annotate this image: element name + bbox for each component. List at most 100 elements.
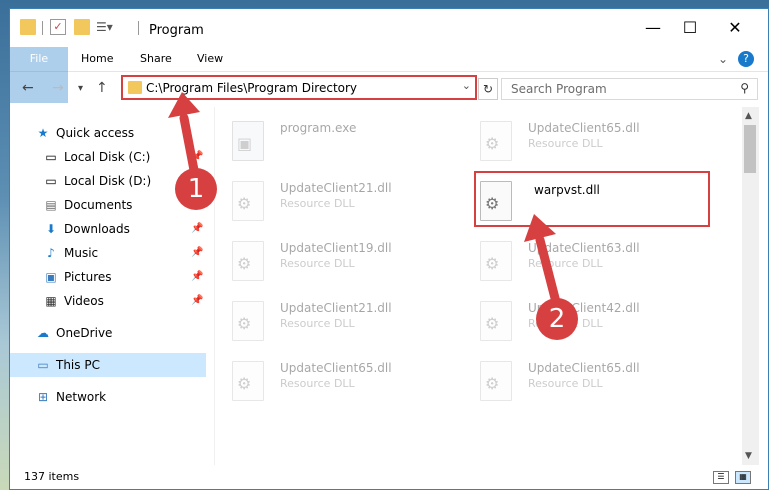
list-item[interactable]: ⚙ UpdateClient63.dll Resource DLL — [472, 233, 704, 289]
list-item[interactable]: ⚙ UpdateClient42.dll Resource DLL — [472, 293, 704, 349]
nav-item-local-disk-c[interactable]: ▭ Local Disk (C:) 📌 — [10, 145, 206, 169]
file-name: UpdateClient21.dll — [280, 301, 392, 315]
file-name: UpdateClient63.dll — [528, 241, 640, 255]
window-title: Program — [149, 23, 204, 38]
back-arrow-icon[interactable]: ← — [22, 80, 34, 96]
nav-item-downloads[interactable]: ⬇ Downloads 📌 — [10, 217, 206, 241]
address-dropdown-icon[interactable]: ⌄ — [462, 79, 471, 92]
close-button[interactable]: ✕ — [715, 15, 755, 41]
address-row: ← → ▾ ↑ C:\Program Files\Program Directo… — [10, 71, 768, 107]
file-name: UpdateClient65.dll — [528, 121, 640, 135]
nav-label: Pictures — [64, 270, 112, 284]
properties-icon[interactable]: ✓ — [50, 19, 66, 35]
item-count: 137 items — [24, 470, 80, 483]
computer-icon: ▭ — [37, 358, 49, 372]
file-type: Resource DLL — [280, 257, 355, 270]
nav-label: Downloads — [64, 222, 130, 236]
nav-item-videos[interactable]: ▦ Videos 📌 — [10, 289, 206, 313]
expand-ribbon-icon[interactable]: ⌄ — [718, 47, 728, 71]
folder-icon — [20, 19, 36, 35]
cloud-icon: ☁ — [37, 326, 49, 340]
file-type: Resource DLL — [528, 377, 603, 390]
list-item[interactable]: ⚙ UpdateClient21.dll Resource DLL — [224, 173, 456, 229]
refresh-button[interactable]: ↻ — [478, 78, 498, 100]
list-item[interactable]: ⚙ UpdateClient65.dll Resource DLL — [224, 353, 456, 409]
file-name: program.exe — [280, 121, 357, 135]
tab-view[interactable]: View — [197, 47, 223, 71]
nav-label: This PC — [56, 358, 100, 372]
dll-file-icon: ⚙ — [232, 181, 264, 221]
downloads-icon: ⬇ — [45, 222, 57, 236]
drive-icon: ▭ — [45, 174, 57, 188]
search-icon[interactable]: ⚲ — [740, 81, 749, 95]
nav-label: Documents — [64, 198, 133, 212]
navigation-pane: ★ Quick access ▭ Local Disk (C:) 📌 ▭ Loc… — [10, 107, 206, 465]
address-bar[interactable]: C:\Program Files\Program Directory ⌄ — [121, 75, 477, 100]
new-folder-icon[interactable] — [74, 19, 90, 35]
file-type: Resource DLL — [528, 257, 603, 270]
pin-icon[interactable]: 📌 — [191, 265, 203, 289]
file-highlight-box — [474, 171, 710, 227]
nav-onedrive[interactable]: ☁ OneDrive — [10, 321, 206, 345]
separator — [42, 21, 43, 35]
dll-file-icon: ⚙ — [232, 241, 264, 281]
nav-quick-access[interactable]: ★ Quick access — [10, 121, 206, 145]
explorer-window: ✓ ☰▾ Program — ☐ ✕ File Home Share View … — [9, 8, 769, 490]
nav-label: OneDrive — [56, 326, 113, 340]
search-placeholder: Search Program — [511, 82, 607, 96]
file-type: Resource DLL — [280, 197, 355, 210]
file-name: UpdateClient19.dll — [280, 241, 392, 255]
dll-file-icon: ⚙ — [480, 241, 512, 281]
file-name: UpdateClient65.dll — [280, 361, 392, 375]
nav-label: Music — [64, 246, 99, 260]
nav-item-music[interactable]: ♪ Music 📌 — [10, 241, 206, 265]
pane-divider[interactable] — [214, 107, 215, 465]
recent-locations-icon[interactable]: ▾ — [78, 83, 83, 94]
pin-icon[interactable]: 📌 — [191, 289, 203, 313]
nav-label: Local Disk (D:) — [64, 174, 152, 188]
pictures-icon: ▣ — [45, 270, 57, 284]
file-type: Resource DLL — [280, 317, 355, 330]
maximize-button[interactable]: ☐ — [670, 15, 710, 41]
network-icon: ⊞ — [37, 390, 49, 404]
large-icons-view-icon[interactable]: ▦ — [735, 471, 751, 484]
ribbon: File Home Share View ⌄ ? — [10, 47, 768, 103]
videos-icon: ▦ — [45, 294, 57, 308]
search-input[interactable]: Search Program ⚲ — [501, 78, 758, 100]
details-view-icon[interactable]: ☰ — [713, 471, 729, 484]
title-bar: ✓ ☰▾ Program — ☐ ✕ — [10, 9, 768, 47]
address-path: C:\Program Files\Program Directory — [146, 81, 358, 95]
nav-network[interactable]: ⊞ Network — [10, 385, 206, 409]
tab-share[interactable]: Share — [140, 47, 172, 71]
scroll-up-icon[interactable]: ▲ — [745, 111, 752, 121]
nav-label: Videos — [64, 294, 104, 308]
file-name: UpdateClient21.dll — [280, 181, 392, 195]
nav-this-pc[interactable]: ▭ This PC — [10, 353, 206, 377]
vertical-scrollbar[interactable]: ▲ ▼ — [742, 107, 759, 465]
up-arrow-icon[interactable]: ↑ — [96, 80, 108, 96]
minimize-button[interactable]: — — [633, 15, 673, 41]
list-item[interactable]: ⚙ UpdateClient65.dll Resource DLL — [472, 113, 704, 169]
list-item[interactable]: ⚙ UpdateClient21.dll Resource DLL — [224, 293, 456, 349]
pin-icon[interactable]: 📌 — [191, 217, 203, 241]
dll-file-icon: ⚙ — [232, 361, 264, 401]
list-item[interactable]: ▣ program.exe — [224, 113, 456, 169]
nav-label: Quick access — [56, 126, 135, 140]
separator — [138, 21, 139, 35]
pin-icon[interactable]: 📌 — [191, 145, 203, 169]
help-icon[interactable]: ? — [738, 51, 754, 67]
drive-icon: ▭ — [45, 150, 57, 164]
scroll-down-icon[interactable]: ▼ — [745, 451, 752, 461]
nav-item-pictures[interactable]: ▣ Pictures 📌 — [10, 265, 206, 289]
file-list: ▣ program.exe ⚙ UpdateClient65.dll Resou… — [216, 107, 736, 465]
scroll-thumb[interactable] — [744, 125, 756, 173]
star-icon: ★ — [37, 126, 49, 140]
tab-home[interactable]: Home — [81, 47, 113, 71]
list-item[interactable]: ⚙ UpdateClient19.dll Resource DLL — [224, 233, 456, 289]
customize-toolbar-icon[interactable]: ☰▾ — [96, 19, 113, 35]
list-item[interactable]: ⚙ UpdateClient65.dll Resource DLL — [472, 353, 704, 409]
file-name: UpdateClient65.dll — [528, 361, 640, 375]
nav-label: Local Disk (C:) — [64, 150, 151, 164]
forward-arrow-icon[interactable]: → — [52, 80, 64, 96]
pin-icon[interactable]: 📌 — [191, 241, 203, 265]
